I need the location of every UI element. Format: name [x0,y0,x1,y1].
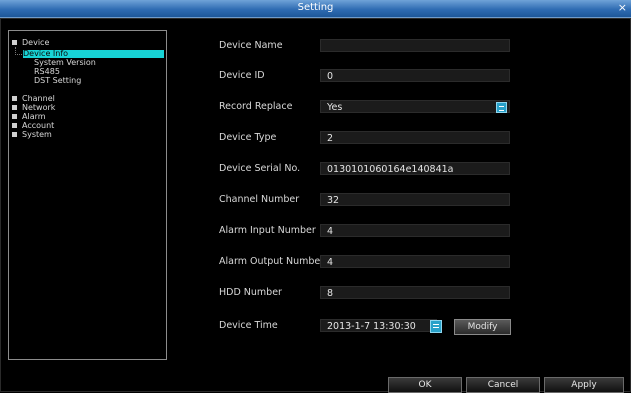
record-replace-label: Record Replace [219,101,293,112]
tree-item-device-info[interactable]: Device Info [23,50,164,58]
tree-item-label: Channel [22,94,55,103]
device-time-field[interactable]: 2013-1-7 13:30:30 [320,319,437,332]
device-id-label: Device ID [219,70,265,81]
tree-item-label: Alarm [22,112,46,121]
tree-node-icon [12,40,17,45]
device-id-field[interactable]: 0 [320,69,510,82]
tree-item-system-version[interactable]: System Version [34,59,96,67]
alarm-output-label: Alarm Output Number [219,256,325,267]
tree-item-network[interactable]: Network [12,104,55,112]
ok-button[interactable]: OK [388,377,462,393]
tree-item-label: Account [22,121,55,130]
device-time-label: Device Time [219,320,278,331]
tree-node-icon [12,114,17,119]
tree-item-label: Device Info [23,49,69,58]
hdd-number-field[interactable]: 8 [320,286,510,299]
tree-item-alarm[interactable]: Alarm [12,113,46,121]
tree-item-label: System Version [34,58,96,67]
tree-node-icon [12,132,17,137]
channel-number-label: Channel Number [219,194,300,205]
channel-number-field[interactable]: 32 [320,193,510,206]
tree-item-rs485[interactable]: RS485 [34,68,60,76]
tree-item-channel[interactable]: Channel [12,95,55,103]
modify-button[interactable]: Modify [454,319,511,335]
cancel-button[interactable]: Cancel [466,377,540,393]
alarm-input-label: Alarm Input Number [219,225,316,236]
hdd-number-label: HDD Number [219,287,282,298]
device-name-field[interactable] [320,39,510,52]
tree-item-device[interactable]: Device [12,39,49,47]
window-title: Setting [297,2,334,13]
tree-node-icon [12,96,17,101]
close-icon[interactable]: × [618,1,627,15]
tree-item-label: RS485 [34,67,60,76]
tree-item-label: System [22,130,52,139]
tree-item-label: Device [22,38,50,47]
tree-item-label: Network [22,103,56,112]
tree-item-dst-setting[interactable]: DST Setting [34,77,81,85]
serial-no-field[interactable]: 0130101060164e140841a [320,162,510,175]
tree-item-label: DST Setting [34,76,82,85]
device-type-field[interactable]: 2 [320,131,510,144]
alarm-output-field[interactable]: 4 [320,255,510,268]
alarm-input-field[interactable]: 4 [320,224,510,237]
dropdown-arrow-icon[interactable] [496,102,507,113]
setting-window: Setting × Device Device Info System Vers… [0,0,631,393]
device-name-label: Device Name [219,40,283,51]
time-spinner-icon[interactable] [430,320,442,333]
tree-item-system[interactable]: System [12,131,52,139]
title-bar: Setting × [0,0,631,18]
apply-button[interactable]: Apply [544,377,624,393]
settings-tree: Device Device Info System Version RS485 … [8,30,167,360]
tree-item-account[interactable]: Account [12,122,54,130]
device-type-label: Device Type [219,132,277,143]
record-replace-select[interactable]: Yes [320,100,510,113]
tree-node-icon [12,123,17,128]
record-replace-value: Yes [327,102,343,113]
serial-no-label: Device Serial No. [219,163,301,174]
tree-node-icon [12,105,17,110]
